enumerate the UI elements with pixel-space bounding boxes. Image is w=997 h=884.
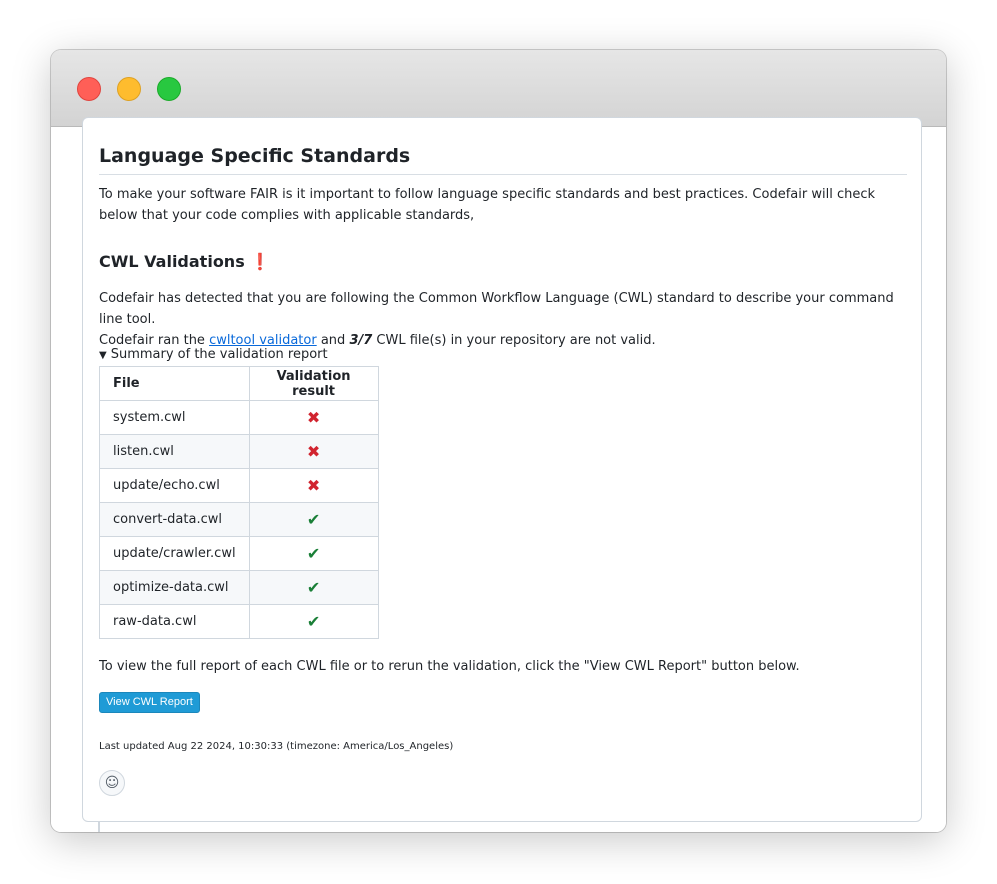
intro-text: To make your software FAIR is it importa…: [99, 187, 876, 223]
check-mark-icon: ✔: [306, 612, 321, 631]
x-mark-icon: ✖: [306, 476, 321, 495]
result-cell: ✖: [248, 468, 379, 503]
page-title: Language Specific Standards: [99, 144, 907, 175]
page-content: Language Specific Standards To make your…: [51, 117, 946, 832]
summary-label: Summary of the validation report: [110, 347, 328, 362]
check-mark-icon: ✔: [306, 544, 321, 563]
file-name-cell: update/crawler.cwl: [99, 536, 250, 571]
report-instructions: To view the full report of each CWL file…: [99, 659, 800, 674]
view-cwl-report-button[interactable]: View CWL Report: [99, 692, 200, 713]
file-name-cell: convert-data.cwl: [99, 502, 250, 537]
exclamation-icon: ❗: [250, 252, 271, 271]
close-window-button[interactable]: [77, 77, 101, 101]
table-header-row: File Validation result: [99, 366, 379, 401]
x-mark-icon: ✖: [306, 408, 321, 427]
table-row: raw-data.cwl ✔: [99, 604, 379, 639]
cwl-description: Codefair has detected that you are follo…: [99, 288, 907, 351]
column-header-file: File: [99, 366, 250, 401]
comment-card: Language Specific Standards To make your…: [82, 117, 922, 822]
result-cell: ✖: [248, 400, 379, 435]
validation-table: File Validation result system.cwl ✖ list…: [99, 366, 379, 639]
minimize-window-button[interactable]: [117, 77, 141, 101]
file-name-cell: raw-data.cwl: [99, 604, 250, 639]
summary-toggle[interactable]: ▼ Summary of the validation report: [99, 346, 328, 365]
cwl-section-title: CWL Validations ❗: [99, 251, 270, 273]
result-cell: ✔: [248, 604, 379, 639]
invalid-count: 3/7: [349, 333, 373, 348]
timeline-line: [98, 821, 100, 832]
table-row: update/echo.cwl ✖: [99, 468, 379, 503]
browser-window: Language Specific Standards To make your…: [51, 50, 946, 832]
cwl-title-text: CWL Validations: [99, 252, 245, 271]
file-name-cell: listen.cwl: [99, 434, 250, 469]
check-mark-icon: ✔: [306, 510, 321, 529]
result-cell: ✔: [248, 536, 379, 571]
file-name-cell: update/echo.cwl: [99, 468, 250, 503]
file-name-cell: optimize-data.cwl: [99, 570, 250, 605]
table-row: convert-data.cwl ✔: [99, 502, 379, 537]
zoom-window-button[interactable]: [157, 77, 181, 101]
table-row: system.cwl ✖: [99, 400, 379, 435]
last-updated-text: Last updated Aug 22 2024, 10:30:33 (time…: [99, 741, 454, 752]
smiley-icon[interactable]: ☺: [99, 770, 125, 796]
result-cell: ✖: [248, 434, 379, 469]
check-mark-icon: ✔: [306, 578, 321, 597]
table-row: update/crawler.cwl ✔: [99, 536, 379, 571]
file-name-cell: system.cwl: [99, 400, 250, 435]
cwl-description-line1: Codefair has detected that you are follo…: [99, 291, 894, 327]
title-bar: [51, 50, 946, 127]
disclosure-triangle-icon: ▼: [99, 350, 107, 361]
result-cell: ✔: [248, 570, 379, 605]
column-header-result: Validation result: [248, 366, 379, 401]
result-cell: ✔: [248, 502, 379, 537]
table-row: optimize-data.cwl ✔: [99, 570, 379, 605]
table-row: listen.cwl ✖: [99, 434, 379, 469]
cwl-description-suffix: CWL file(s) in your repository are not v…: [372, 333, 656, 348]
x-mark-icon: ✖: [306, 442, 321, 461]
